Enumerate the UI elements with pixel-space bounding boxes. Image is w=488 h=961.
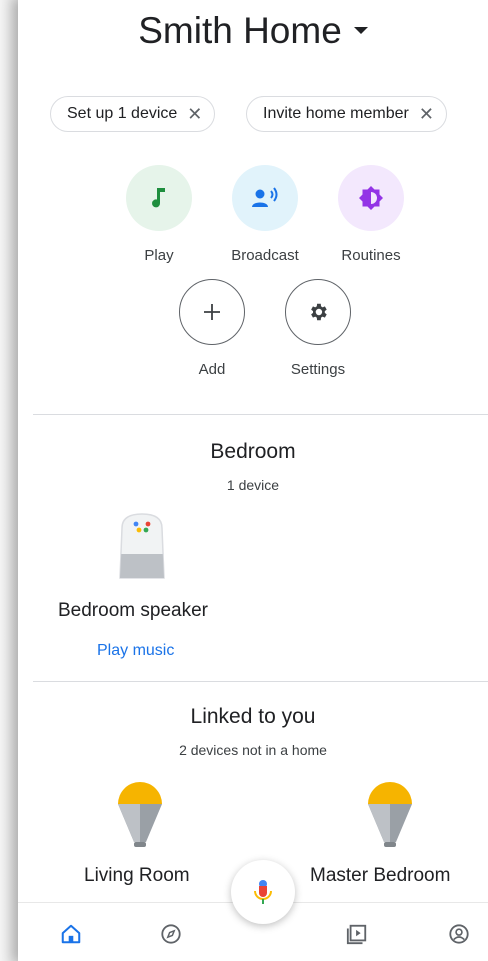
broadcast-button[interactable]: Broadcast: [210, 165, 320, 264]
speaker-device-tile[interactable]: [118, 510, 166, 587]
light-bulb-icon[interactable]: [364, 780, 416, 855]
action-label: Play: [144, 247, 174, 264]
chip-invite-member[interactable]: Invite home member ✕: [246, 96, 447, 132]
home-icon[interactable]: [58, 921, 84, 947]
linked-title: Linked to you: [190, 705, 316, 728]
gear-icon: [285, 279, 351, 345]
device-name-master-bedroom[interactable]: Master Bedroom: [310, 865, 450, 887]
screen-edge: [0, 0, 18, 961]
home-name: Smith Home: [138, 10, 342, 51]
discover-icon[interactable]: [158, 921, 184, 947]
media-icon[interactable]: [344, 921, 370, 947]
home-selector[interactable]: Smith Home: [18, 10, 488, 52]
account-icon[interactable]: [446, 921, 472, 947]
plus-icon: [179, 279, 245, 345]
routines-icon: [338, 165, 404, 231]
device-name[interactable]: Bedroom speaker: [58, 600, 208, 622]
linked-subtitle: 2 devices not in a home: [179, 742, 327, 758]
chip-label: Invite home member: [263, 105, 409, 122]
room-title: Bedroom: [210, 440, 296, 463]
play-button[interactable]: Play: [104, 165, 214, 264]
microphone-icon: [254, 880, 272, 904]
add-button[interactable]: Add: [157, 279, 267, 378]
light-bulb-icon[interactable]: [114, 780, 166, 855]
room-device-count: 1 device: [226, 477, 280, 493]
close-icon[interactable]: ✕: [187, 105, 202, 123]
broadcast-icon: [232, 165, 298, 231]
chip-set-up-device[interactable]: Set up 1 device ✕: [50, 96, 216, 132]
device-name-living-room[interactable]: Living Room: [84, 865, 190, 887]
close-icon[interactable]: ✕: [419, 105, 434, 123]
play-music-link[interactable]: Play music: [97, 642, 174, 660]
assistant-mic-button[interactable]: [231, 860, 295, 924]
google-home-speaker-icon: [119, 513, 165, 579]
settings-button[interactable]: Settings: [263, 279, 373, 378]
chip-label: Set up 1 device: [67, 105, 178, 122]
action-label: Add: [198, 361, 226, 378]
divider: [33, 414, 488, 415]
routines-button[interactable]: Routines: [316, 165, 426, 264]
app-screen: Smith Home Set up 1 device ✕ Invite home…: [18, 0, 488, 961]
action-label: Routines: [341, 247, 401, 264]
dropdown-caret-icon: [353, 26, 368, 34]
divider: [33, 681, 488, 682]
action-label: Settings: [290, 361, 346, 378]
action-label: Broadcast: [231, 247, 299, 264]
music-note-icon: [126, 165, 192, 231]
